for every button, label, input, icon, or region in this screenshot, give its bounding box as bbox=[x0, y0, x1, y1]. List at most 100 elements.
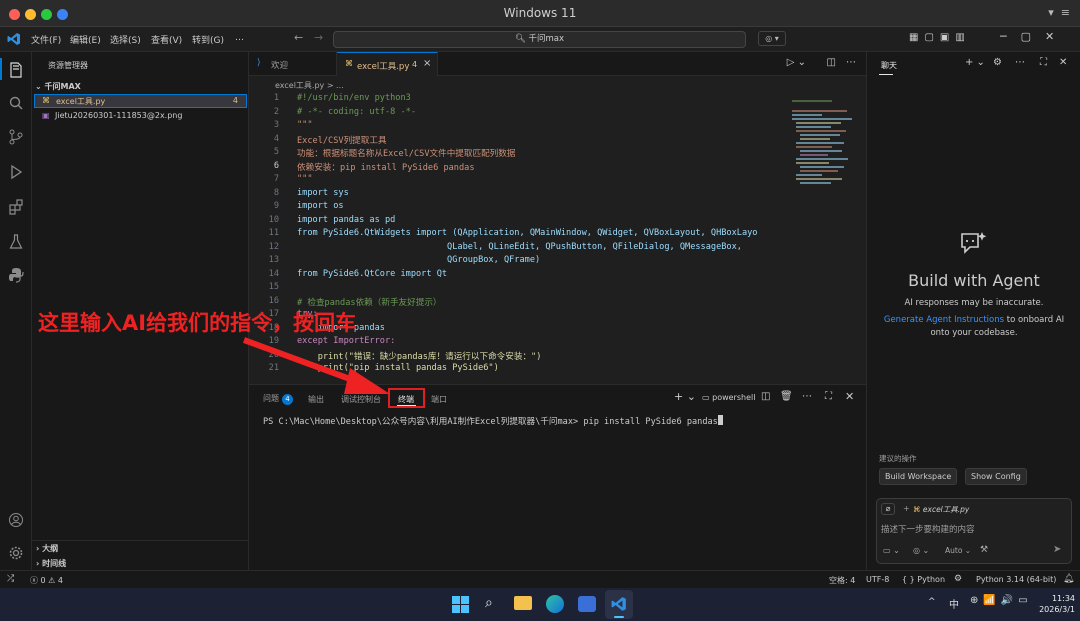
chat-input-box[interactable]: ⌀ + ⌘ excel工具.py 描述下一步要构建的内容 ▭ ⌄ ◎ ⌄ Aut… bbox=[876, 498, 1072, 564]
maximize-panel-icon[interactable]: ⛶ bbox=[825, 391, 832, 402]
add-context-icon[interactable]: + bbox=[903, 504, 910, 513]
trash-icon[interactable]: 🗑︎ bbox=[780, 391, 793, 402]
menu-file[interactable]: 文件(F) bbox=[31, 33, 61, 46]
language-label: Python bbox=[917, 575, 946, 584]
list-item[interactable]: ▣ Jietu20260301-111853@2x.png bbox=[34, 110, 247, 124]
language-status[interactable]: { } Python bbox=[902, 575, 945, 584]
back-arrow-icon[interactable]: ← bbox=[294, 31, 303, 44]
timeline-label: 时间线 bbox=[42, 559, 67, 568]
edge-browser-icon[interactable] bbox=[546, 595, 564, 613]
tray-chevron-icon[interactable]: ^ bbox=[928, 597, 936, 607]
split-editor-icon[interactable]: ◫ bbox=[827, 57, 836, 68]
more-panel-icon[interactable]: ⋯ bbox=[802, 391, 812, 402]
clock[interactable]: 11:34 2026/3/1 bbox=[1030, 593, 1075, 615]
forward-arrow-icon[interactable]: → bbox=[314, 31, 323, 44]
model-icon[interactable]: ◎ ⌄ bbox=[913, 546, 929, 555]
remote-icon[interactable]: ⤮ bbox=[7, 574, 14, 584]
window-controls[interactable]: ─▢✕ bbox=[1000, 30, 1068, 43]
agent-mode-icon[interactable]: ▭ ⌄ bbox=[883, 546, 900, 555]
problems-status[interactable]: ⓧ 0 ⚠ 4 bbox=[30, 575, 63, 586]
build-workspace-button[interactable]: Build Workspace bbox=[879, 468, 958, 485]
code-line[interactable]: 13 QGroupBox, QFrame) bbox=[249, 255, 786, 269]
split-terminal-icon[interactable]: ◫ bbox=[761, 391, 770, 402]
python-env-icon[interactable]: ⚙ bbox=[954, 574, 962, 584]
code-line[interactable]: 8 import sys bbox=[249, 188, 786, 202]
context-file-chip[interactable]: ⌘ excel工具.py bbox=[913, 504, 969, 515]
tab-excel-tool[interactable]: ⌘ excel工具.py 4 × bbox=[337, 52, 438, 76]
close-icon[interactable]: × bbox=[423, 58, 431, 69]
code-line[interactable]: 3 """ bbox=[249, 120, 786, 134]
menu-view[interactable]: 查看(V) bbox=[151, 33, 182, 46]
menu-go[interactable]: 转到(G) bbox=[192, 33, 224, 46]
testing-icon[interactable] bbox=[8, 234, 24, 250]
code-line[interactable]: 9 import os bbox=[249, 201, 786, 215]
indentation-status[interactable]: 空格: 4 bbox=[829, 575, 855, 586]
taskbar-vscode[interactable] bbox=[605, 590, 633, 619]
send-icon[interactable]: ➤ bbox=[1053, 544, 1061, 555]
command-search-input[interactable]: 🔍︎ 千问max bbox=[333, 31, 746, 48]
search-sidebar-icon[interactable] bbox=[8, 95, 24, 111]
taskbar-search-icon[interactable]: ⌕ bbox=[485, 595, 493, 611]
extensions-icon[interactable] bbox=[8, 199, 24, 215]
layout-toggle-icons[interactable]: ▦▢▣▥ bbox=[909, 32, 971, 43]
timeline-section[interactable]: › 时间线 bbox=[36, 558, 66, 569]
breadcrumb[interactable]: excel工具.py > ... bbox=[275, 80, 344, 91]
taskbar: ⌕ ^ 中 ⊕📶🔊▭ 11:34 2026/3/1 bbox=[0, 588, 1080, 621]
new-chat-icon[interactable]: + ⌄ bbox=[965, 57, 985, 68]
source-control-icon[interactable] bbox=[8, 129, 24, 145]
tray-icons[interactable]: ⊕📶🔊▭ bbox=[970, 595, 1033, 606]
code-line[interactable]: 11 from PySide6.QtWidgets import (QApplic… bbox=[249, 228, 786, 242]
generate-instructions-link[interactable]: Generate Agent Instructions bbox=[884, 315, 1004, 325]
terminal-output[interactable]: PS C:\Mac\Home\Desktop\公众号内容\利用AI制作Excel… bbox=[263, 415, 723, 427]
minimap[interactable] bbox=[786, 92, 856, 382]
code-line[interactable]: 10 import pandas as pd bbox=[249, 215, 786, 229]
account-icon[interactable] bbox=[8, 512, 24, 528]
gear-icon[interactable] bbox=[8, 545, 24, 561]
menu-more[interactable]: … bbox=[235, 33, 244, 43]
chat-sparkle-icon bbox=[961, 232, 987, 254]
run-icon[interactable]: ▷ ⌄ bbox=[787, 57, 806, 68]
close-panel-icon[interactable]: ✕ bbox=[845, 390, 854, 403]
auto-mode-selector[interactable]: Auto ⌄ bbox=[945, 546, 971, 555]
encoding-status[interactable]: UTF-8 bbox=[866, 575, 889, 584]
line-number: 1 bbox=[273, 93, 279, 103]
attach-icon[interactable]: ⌀ bbox=[881, 503, 895, 515]
shell-selector[interactable]: ▭ powershell bbox=[702, 393, 755, 402]
close-chat-icon[interactable]: ✕ bbox=[1059, 57, 1067, 68]
windows-start-icon[interactable] bbox=[452, 596, 469, 613]
chat-settings-icon[interactable]: ⚙ bbox=[993, 57, 1002, 68]
code-line[interactable]: 2 # -*- coding: utf-8 -*- bbox=[249, 107, 786, 121]
interpreter-status[interactable]: Python 3.14 (64-bit) bbox=[976, 575, 1056, 584]
run-debug-icon[interactable] bbox=[8, 164, 24, 180]
code-line[interactable]: 12 QLabel, QLineEdit, QPushButton, QFile… bbox=[249, 242, 786, 256]
explorer-icon[interactable] bbox=[8, 62, 24, 78]
copilot-button[interactable]: ◎ ▾ bbox=[758, 31, 786, 46]
code-line[interactable]: 4 Excel/CSV列提取工具 bbox=[249, 134, 786, 148]
menu-edit[interactable]: 编辑(E) bbox=[70, 33, 101, 46]
tools-icon[interactable]: ⚒ bbox=[980, 545, 988, 555]
tab-welcome[interactable]: ⟩ 欢迎 bbox=[249, 52, 337, 76]
code-line[interactable]: 15 bbox=[249, 282, 786, 296]
tab-ports[interactable]: 端口 bbox=[431, 394, 447, 405]
outline-section[interactable]: › 大纲 bbox=[36, 543, 58, 554]
notifications-icon[interactable]: 🔔︎ bbox=[1063, 574, 1074, 584]
code-line[interactable]: 5 功能：根据标题名称从Excel/CSV文件中提取匹配列数据 bbox=[249, 147, 786, 161]
list-item[interactable]: ⌘ excel工具.py 4 bbox=[34, 94, 247, 108]
store-icon[interactable] bbox=[578, 596, 596, 612]
tab-chat[interactable]: 聊天 bbox=[881, 60, 897, 71]
maximize-chat-icon[interactable]: ⛶ bbox=[1040, 57, 1047, 68]
more-actions-icon[interactable]: ⋯ bbox=[846, 57, 856, 68]
code-line[interactable]: 6 依赖安装：pip install PySide6 pandas bbox=[249, 161, 786, 175]
code-line[interactable]: 14 from PySide6.QtCore import Qt bbox=[249, 269, 786, 283]
show-config-button[interactable]: Show Config bbox=[965, 468, 1027, 485]
new-terminal-icon[interactable]: + ⌄ bbox=[674, 390, 696, 403]
python-icon[interactable] bbox=[8, 267, 24, 283]
ime-indicator[interactable]: 中 bbox=[949, 596, 959, 611]
code-line[interactable]: 7 """ bbox=[249, 174, 786, 188]
menu-selection[interactable]: 选择(S) bbox=[110, 33, 141, 46]
file-explorer-icon[interactable] bbox=[514, 596, 532, 610]
title-bar-controls[interactable]: ▾ ≡ bbox=[1048, 6, 1070, 19]
folder-root[interactable]: ⌄ 千问MAX bbox=[35, 81, 81, 92]
code-line[interactable]: 1 #!/usr/bin/env python3 bbox=[249, 93, 786, 107]
chat-more-icon[interactable]: ⋯ bbox=[1015, 57, 1025, 68]
